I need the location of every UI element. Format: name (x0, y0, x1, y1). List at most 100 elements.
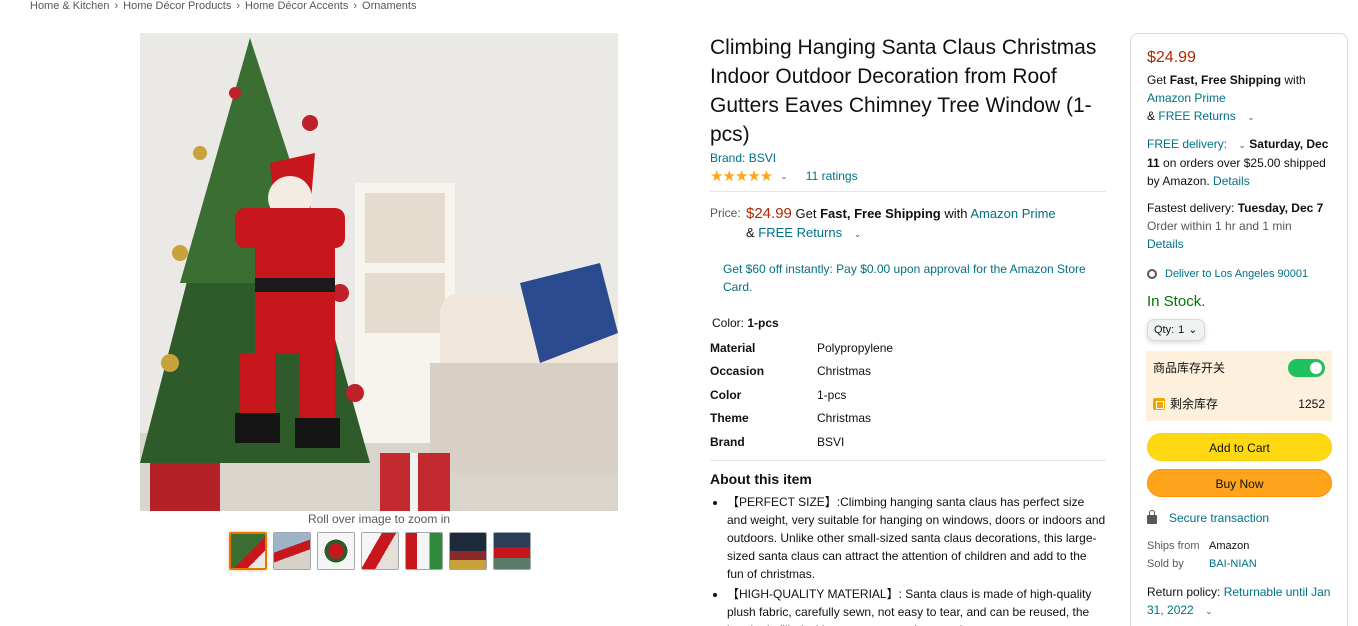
return-policy: Return policy: Returnable until Jan 31, … (1147, 583, 1331, 620)
inventory-icon (1153, 398, 1165, 410)
details-link[interactable]: Details (1213, 174, 1250, 188)
free-delivery-link[interactable]: FREE delivery: (1147, 137, 1227, 151)
spec-row-brand: Brand BSVI (710, 430, 1106, 454)
thumbnail-3[interactable] (317, 532, 355, 570)
divider (710, 459, 1106, 461)
buy-now-button[interactable]: Buy Now (1147, 469, 1332, 497)
with-text: with (944, 206, 968, 221)
thumbnail-2[interactable] (273, 532, 311, 570)
breadcrumb-separator: › (353, 0, 358, 12)
fast-free-shipping-text: Fast, Free Shipping (820, 206, 941, 221)
stock-remaining-label: 剩余库存 (1170, 397, 1219, 411)
buybox-price: $24.99 (1147, 49, 1196, 66)
chevron-down-icon[interactable]: ⌄ (1247, 112, 1255, 122)
star-rating-icon[interactable]: ★★★★★ (710, 167, 773, 185)
amazon-prime-link[interactable]: Amazon Prime (970, 206, 1055, 221)
fastest-delivery-date: Tuesday, Dec 7 (1237, 201, 1324, 215)
breadcrumb-home-decor-accents[interactable]: Home Décor Accents (245, 0, 348, 12)
spec-key: Color (710, 387, 742, 402)
fastest-delivery-label: Fastest delivery: (1147, 201, 1235, 215)
qty-value: 1 (1178, 324, 1185, 336)
secure-transaction[interactable]: Secure transaction (1147, 509, 1331, 527)
breadcrumb-separator: › (236, 0, 241, 12)
free-returns-link[interactable]: FREE Returns (1158, 109, 1235, 123)
thumbnail-strip (229, 532, 531, 570)
thumbnail-5[interactable] (405, 532, 443, 570)
breadcrumb-home-decor-products[interactable]: Home Décor Products (123, 0, 231, 12)
chevron-down-icon[interactable]: ⌄ (1205, 606, 1213, 616)
spec-value: 1-pcs (817, 387, 847, 402)
about-heading: About this item (710, 470, 812, 487)
seller-info: Ships from Amazon Sold by BAI-NIAN (1147, 537, 1331, 573)
spec-key: Brand (710, 434, 745, 449)
spec-value: BSVI (817, 434, 845, 449)
deliver-to-link[interactable]: Deliver to Los Angeles 90001 (1165, 265, 1308, 283)
sold-by-label: Sold by (1147, 558, 1184, 570)
ratings-count-link[interactable]: 11 ratings (806, 169, 858, 183)
ships-from-label: Ships from (1147, 540, 1200, 552)
stock-toggle[interactable] (1288, 359, 1325, 377)
thumbnail-7[interactable] (493, 532, 531, 570)
price-row: Price: $24.99 Get Fast, Free Shipping wi… (710, 204, 1106, 244)
stock-panel: 商品库存开关 剩余库存 1252 (1146, 351, 1332, 421)
thumbnail-1[interactable] (229, 532, 267, 570)
return-policy-label: Return policy: (1147, 585, 1221, 599)
rating-row: ★★★★★ ⌄ 11 ratings (710, 167, 1106, 192)
store-card-offer[interactable]: Get $60 off instantly: Pay $0.00 upon ap… (723, 260, 1093, 296)
chevron-down-icon[interactable]: ⌄ (1238, 140, 1246, 150)
spec-table: Material Polypropylene Occasion Christma… (710, 336, 1106, 454)
details-link[interactable]: Details (1147, 237, 1184, 251)
spec-key: Occasion (710, 364, 765, 379)
about-list: 【PERFECT SIZE】:Climbing hanging santa cl… (710, 493, 1106, 626)
ships-from-value: Amazon (1209, 540, 1250, 552)
stock-remaining-value: 1252 (1298, 397, 1325, 411)
deliver-to-location[interactable]: Deliver to Los Angeles 90001 (1147, 265, 1331, 283)
spec-value: Christmas (817, 411, 872, 426)
buybox-shipping: Get Fast, Free Shipping with Amazon Prim… (1147, 71, 1331, 126)
product-details: Climbing Hanging Santa Claus Christmas I… (710, 33, 1106, 626)
breadcrumb-home-kitchen[interactable]: Home & Kitchen (30, 0, 109, 12)
spec-value: Christmas (817, 364, 872, 379)
quantity-select[interactable]: Qty: 1 ⌄ (1147, 319, 1205, 341)
free-returns-link[interactable]: FREE Returns (758, 225, 842, 240)
add-to-cart-button[interactable]: Add to Cart (1147, 433, 1332, 461)
in-stock-status: In Stock. (1147, 293, 1206, 310)
with-text: with (1284, 73, 1306, 87)
chevron-down-icon[interactable]: ⌄ (854, 229, 862, 239)
sold-by-link[interactable]: BAI-NIAN (1209, 555, 1257, 573)
ampersand-text: & (746, 225, 755, 240)
brand-link[interactable]: Brand: BSVI (710, 151, 776, 165)
amazon-prime-link[interactable]: Amazon Prime (1147, 91, 1226, 105)
thumbnail-4[interactable] (361, 532, 399, 570)
breadcrumb-ornaments[interactable]: Ornaments (362, 0, 416, 12)
chevron-down-icon: ⌄ (1188, 324, 1198, 336)
qty-label: Qty: (1154, 324, 1175, 336)
product-title: Climbing Hanging Santa Claus Christmas I… (710, 36, 1097, 146)
location-pin-icon (1147, 269, 1157, 279)
ampersand-text: & (1147, 109, 1156, 123)
buy-box: $24.99 Get Fast, Free Shipping with Amaz… (1130, 33, 1348, 626)
spec-key: Material (710, 340, 756, 355)
stock-switch-row: 商品库存开关 (1153, 357, 1325, 379)
about-bullet: 【PERFECT SIZE】:Climbing hanging santa cl… (727, 493, 1106, 583)
get-text: Get (1147, 73, 1167, 87)
color-selection: Color: 1-pcs (712, 316, 1106, 330)
color-label: Color: (712, 316, 745, 330)
price-label: Price: (710, 206, 741, 220)
get-text: Get (795, 206, 817, 221)
secure-transaction-link[interactable]: Secure transaction (1169, 509, 1269, 527)
main-product-image[interactable] (140, 33, 618, 511)
product-price: $24.99 (746, 205, 792, 222)
breadcrumb-separator: › (114, 0, 119, 12)
spec-row-material: Material Polypropylene (710, 336, 1106, 360)
spec-key: Theme (710, 411, 749, 426)
santa-tree-illustration (140, 33, 618, 511)
color-value: 1-pcs (747, 316, 779, 330)
spec-value: Polypropylene (817, 340, 894, 355)
thumbnail-6[interactable] (449, 532, 487, 570)
fastest-delivery-info: Fastest delivery: Tuesday, Dec 7 Order w… (1147, 199, 1331, 253)
chevron-down-icon[interactable]: ⌄ (780, 171, 788, 182)
zoom-hint: Roll over image to zoom in (307, 512, 451, 526)
spec-row-theme: Theme Christmas (710, 407, 1106, 431)
about-bullet: 【HIGH-QUALITY MATERIAL】: Santa claus is … (727, 585, 1106, 626)
